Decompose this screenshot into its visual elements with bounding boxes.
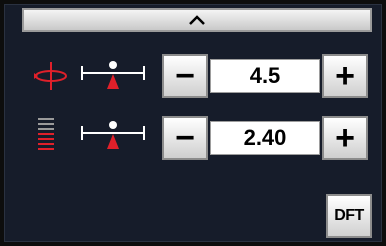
collapse-button[interactable] — [22, 8, 372, 32]
row2-plus-button[interactable]: + — [322, 116, 368, 160]
row2-minus-button[interactable]: − — [162, 116, 208, 160]
row1-plus-button[interactable]: + — [322, 54, 368, 98]
chevron-up-icon — [189, 15, 205, 25]
balance-slider-icon — [81, 61, 145, 89]
line-stack-icon — [38, 118, 54, 150]
balance-slider-icon — [81, 121, 145, 149]
dft-button[interactable]: DFT — [326, 194, 372, 238]
rotation-icon — [34, 62, 67, 90]
row2-value-field[interactable]: 2.40 — [210, 121, 320, 155]
row1-value-field[interactable]: 4.5 — [210, 59, 320, 93]
row1-minus-button[interactable]: − — [162, 54, 208, 98]
